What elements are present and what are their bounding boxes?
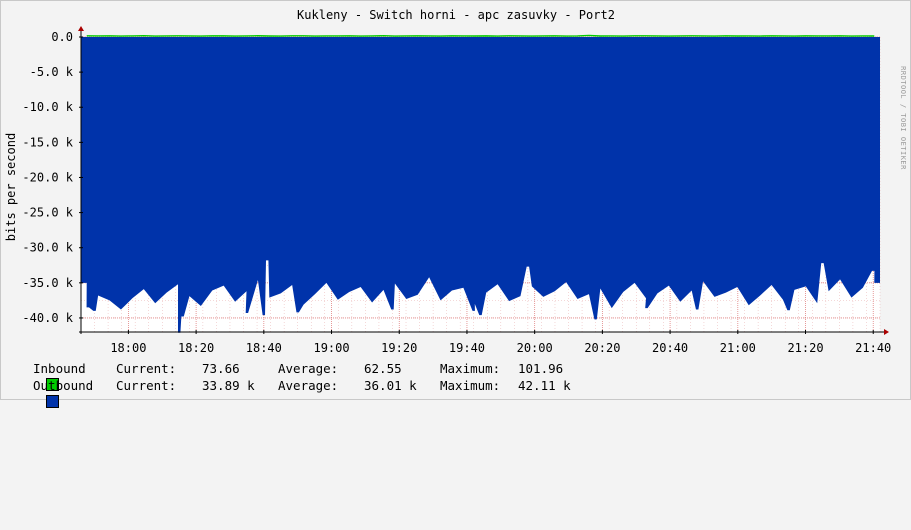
legend-average-label: Average: [278, 361, 339, 376]
legend-current-label: Current: [116, 361, 177, 376]
legend-maximum-label: Maximum: [440, 378, 501, 393]
legend-average-value: 62.55 [364, 361, 402, 376]
watermark: RRDTOOL / TOBI OETIKER [899, 66, 907, 170]
series-inbound-line [86, 34, 875, 37]
y-tick-label: -5.0 k [30, 65, 74, 79]
y-tick-label: 0.0 [51, 30, 73, 44]
legend-maximum-value: 101.96 [518, 361, 564, 376]
legend-series-name: Outbound [33, 378, 94, 393]
legend-series-name: Inbound [33, 361, 86, 376]
x-tick-label: 20:00 [517, 341, 553, 355]
chart: Kukleny - Switch horni - apc zasuvky - P… [4, 8, 907, 355]
series-outbound-area [81, 37, 880, 333]
x-tick-label: 19:00 [313, 341, 349, 355]
legend-current-value: 73.66 [202, 361, 240, 376]
x-tick-label: 18:00 [110, 341, 146, 355]
y-tick-label: -35.0 k [22, 276, 73, 290]
outbound-swatch [46, 395, 60, 408]
x-tick-label: 21:40 [855, 341, 891, 355]
x-tick-label: 20:20 [584, 341, 620, 355]
y-tick-labels: 0.0 -5.0 k -10.0 k -15.0 k -20.0 k -25.0 k -30… [22, 30, 73, 325]
x-axis-arrow [884, 329, 889, 335]
legend-current-label: Current: [116, 378, 177, 393]
legend-maximum-value: 42.11 k [518, 378, 571, 393]
x-tick-labels: 18:00 18:20 18:40 19:00 19:20 19:40 20:00 20:20… [110, 341, 891, 355]
legend-maximum-label: Maximum: [440, 361, 501, 376]
legend: Inbound Current: 73.66 Average: 62.55 Ma… [16, 360, 571, 408]
y-tick-label: -10.0 k [22, 100, 73, 114]
x-tick-label: 21:00 [720, 341, 756, 355]
x-tick-label: 19:40 [449, 341, 485, 355]
y-axis-label: bits per second [4, 133, 18, 241]
chart-title: Kukleny - Switch horni - apc zasuvky - P… [297, 8, 615, 22]
y-tick-label: -15.0 k [22, 135, 73, 149]
legend-current-value: 33.89 k [202, 378, 255, 393]
x-tick-label: 18:40 [246, 341, 282, 355]
y-tick-label: -40.0 k [22, 311, 73, 325]
legend-row-outbound: Outbound Current: 33.89 k Average: 36.01… [16, 377, 571, 408]
series-layer [81, 34, 880, 333]
y-tick-label: -30.0 k [22, 241, 73, 255]
y-tick-label: -20.0 k [22, 170, 73, 184]
legend-average-value: 36.01 k [364, 378, 417, 393]
x-tick-label: 19:20 [381, 341, 417, 355]
x-tick-label: 18:20 [178, 341, 214, 355]
y-axis-arrow [78, 26, 84, 31]
legend-average-label: Average: [278, 378, 339, 393]
y-tick-label: -25.0 k [22, 206, 73, 220]
legend-row-inbound: Inbound Current: 73.66 Average: 62.55 Ma… [16, 360, 563, 391]
x-tick-label: 21:20 [787, 341, 823, 355]
x-tick-label: 20:40 [652, 341, 688, 355]
